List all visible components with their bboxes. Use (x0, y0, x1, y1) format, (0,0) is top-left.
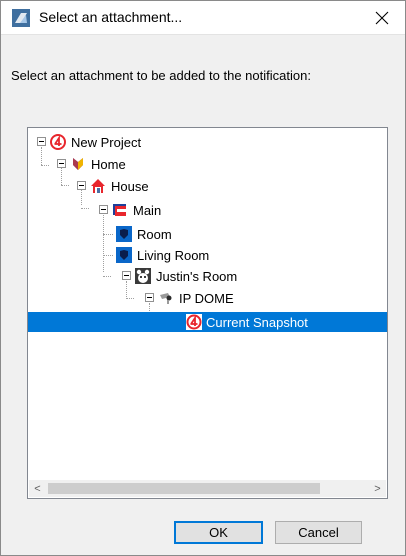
collapse-icon[interactable] (57, 159, 66, 168)
tree-item-new-project[interactable]: New Project (28, 132, 228, 152)
chevron-right-icon: > (374, 482, 381, 495)
window-title: Select an attachment... (39, 9, 183, 25)
title-bar: Select an attachment... (1, 1, 405, 34)
close-button[interactable] (359, 1, 405, 34)
collapse-icon[interactable] (99, 205, 108, 214)
tree-item-label: Main (133, 203, 162, 218)
scroll-thumb[interactable] (48, 483, 320, 494)
chevron-left-icon: < (34, 482, 41, 495)
ok-button[interactable]: OK (174, 521, 263, 544)
tree-item-label: New Project (71, 135, 142, 150)
cancel-button[interactable]: Cancel (275, 521, 362, 544)
attachment-dialog: Select an attachment... Select an attach… (0, 0, 406, 556)
app-logo-icon (12, 9, 30, 27)
tree-item-home[interactable]: Home (28, 154, 228, 174)
collapse-icon[interactable] (122, 271, 131, 280)
collapse-icon[interactable] (145, 293, 154, 302)
house-icon (91, 179, 105, 193)
collapse-icon[interactable] (37, 137, 46, 146)
tree-item-living-room[interactable]: Living Room (28, 245, 228, 265)
tree-item-label: Home (91, 157, 126, 172)
scroll-left-button[interactable]: < (29, 480, 46, 497)
tree-item-label: House (111, 179, 149, 194)
tree-item-justins-room[interactable]: Justin's Room (28, 266, 237, 286)
tree-item-label: Living Room (137, 248, 210, 263)
tree-item-label: Current Snapshot (206, 315, 308, 330)
room-shield-icon (116, 226, 132, 242)
home-icon (73, 158, 83, 170)
tree-item-label: IP DOME (179, 291, 234, 306)
snapshot-logo-icon (186, 314, 202, 330)
camera-icon (160, 293, 172, 304)
prompt-text: Select an attachment to be added to the … (11, 68, 311, 83)
tree-item-main[interactable]: Main (28, 200, 228, 220)
tree-item-ip-dome[interactable]: IP DOME (28, 288, 248, 308)
project-logo-icon (50, 134, 66, 150)
bear-room-icon (135, 268, 151, 284)
room-shield-icon (116, 247, 132, 263)
horizontal-scrollbar[interactable]: < > (29, 480, 386, 497)
title-separator (1, 34, 405, 35)
tree-item-label: Justin's Room (156, 269, 238, 284)
close-icon (375, 11, 389, 24)
tree-item-current-snapshot[interactable]: Current Snapshot (28, 312, 387, 332)
attachment-tree[interactable]: New Project Home House Main Room Living … (27, 127, 388, 499)
tree-item-label: Room (137, 227, 172, 242)
scroll-right-button[interactable]: > (369, 480, 386, 497)
tree-item-house[interactable]: House (28, 176, 228, 196)
floor-icon (113, 204, 126, 216)
collapse-icon[interactable] (77, 181, 86, 190)
tree-item-room[interactable]: Room (28, 224, 228, 244)
